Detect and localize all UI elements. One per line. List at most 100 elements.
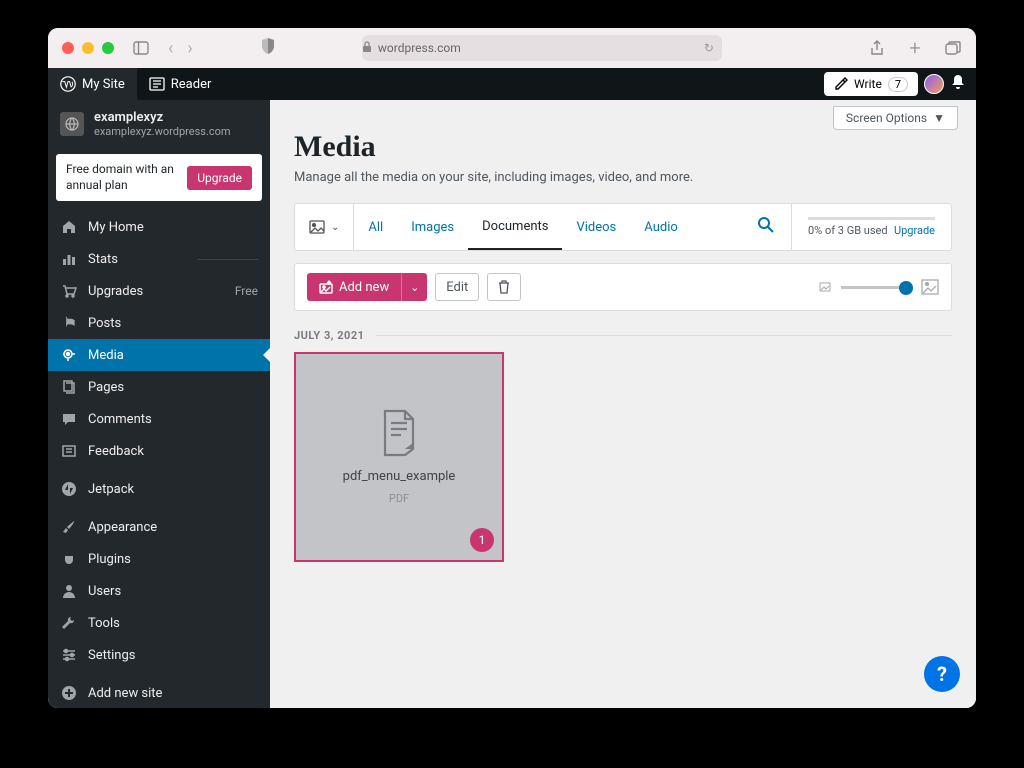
help-button[interactable]: ? — [924, 656, 960, 692]
wp-app: My Site Reader Write 7 — [48, 68, 976, 708]
storage-text: 0% of 3 GB used — [808, 224, 888, 237]
trash-icon — [498, 280, 510, 294]
admin-menu: My Home Stats UpgradesFree Posts Media P… — [48, 211, 270, 708]
storage-bar — [808, 217, 935, 220]
back-button[interactable]: ‹ — [168, 38, 173, 59]
site-url: examplexyz.wordpress.com — [94, 125, 231, 138]
site-name: examplexyz — [94, 110, 231, 125]
maximize-window-icon[interactable] — [102, 42, 114, 54]
minimize-window-icon[interactable] — [82, 42, 94, 54]
menu-feedback[interactable]: Feedback — [48, 435, 270, 467]
refresh-icon[interactable]: ↻ — [704, 41, 722, 55]
image-large-icon — [921, 279, 939, 295]
upload-icon — [319, 280, 333, 294]
delete-button[interactable] — [487, 273, 521, 301]
storage-meter: 0% of 3 GB used Upgrade — [791, 204, 951, 250]
help-icon: ? — [937, 662, 947, 686]
thumbnail-size-slider — [819, 279, 939, 295]
my-site-label: My Site — [82, 77, 125, 92]
document-icon — [379, 409, 419, 461]
search-button[interactable] — [741, 216, 791, 239]
media-icon — [60, 347, 78, 363]
add-new-button[interactable]: Add new — [307, 273, 401, 301]
brush-icon — [60, 519, 78, 535]
menu-jetpack[interactable]: Jetpack — [48, 473, 270, 505]
media-filetype: PDF — [389, 492, 409, 505]
media-filter-bar: ⌄ All Images Documents Videos Audio — [294, 203, 952, 251]
home-icon — [60, 219, 78, 235]
menu-appearance[interactable]: Appearance — [48, 511, 270, 543]
stats-icon — [60, 251, 78, 267]
storage-upgrade-link[interactable]: Upgrade — [894, 224, 935, 237]
menu-users[interactable]: Users — [48, 575, 270, 607]
wp-main: examplexyz examplexyz.wordpress.com Free… — [48, 100, 976, 708]
edit-button[interactable]: Edit — [435, 273, 479, 301]
feedback-icon — [60, 443, 78, 459]
menu-tools[interactable]: Tools — [48, 607, 270, 639]
promo-text: Free domain with an annual plan — [66, 162, 179, 193]
media-source-dropdown[interactable]: ⌄ — [295, 204, 354, 250]
privacy-shield-icon[interactable] — [261, 38, 275, 58]
filter-videos[interactable]: Videos — [562, 204, 630, 250]
menu-posts[interactable]: Posts — [48, 307, 270, 339]
content-area: Screen Options ▼ Media Manage all the me… — [270, 100, 976, 708]
add-new-dropdown[interactable]: ⌄ — [401, 273, 427, 301]
toolbar-right: + — [868, 39, 962, 57]
plus-circle-icon — [60, 685, 78, 701]
media-item[interactable]: pdf_menu_example PDF 1 — [294, 352, 504, 562]
notification-bell-icon[interactable] — [950, 74, 966, 94]
forward-button[interactable]: › — [187, 38, 192, 59]
image-small-icon — [819, 282, 831, 292]
filter-audio[interactable]: Audio — [630, 204, 691, 250]
upgrade-promo: Free domain with an annual plan Upgrade — [56, 154, 262, 201]
wrench-icon — [60, 615, 78, 631]
reader-label: Reader — [171, 77, 212, 92]
filter-images[interactable]: Images — [397, 204, 468, 250]
menu-add-site[interactable]: Add new site — [48, 677, 270, 708]
menu-upgrades[interactable]: UpgradesFree — [48, 275, 270, 307]
page-description: Manage all the media on your site, inclu… — [270, 170, 976, 203]
url-bar[interactable]: wordpress.com ↻ — [362, 35, 722, 61]
pages-icon — [60, 379, 78, 395]
site-icon — [60, 112, 84, 136]
filter-documents[interactable]: Documents — [468, 204, 562, 250]
screen-options-toggle[interactable]: Screen Options ▼ — [833, 106, 958, 130]
site-switcher[interactable]: examplexyz examplexyz.wordpress.com — [48, 100, 270, 148]
menu-comments[interactable]: Comments — [48, 403, 270, 435]
lock-icon — [362, 41, 372, 56]
cart-icon — [60, 283, 78, 299]
new-tab-icon[interactable]: + — [906, 39, 924, 57]
admin-sidebar: examplexyz examplexyz.wordpress.com Free… — [48, 100, 270, 708]
window-controls — [62, 42, 114, 54]
filter-all[interactable]: All — [354, 204, 397, 250]
avatar[interactable] — [924, 74, 944, 94]
menu-pages[interactable]: Pages — [48, 371, 270, 403]
tabs-overview-icon[interactable] — [944, 39, 962, 57]
reader-tab[interactable]: Reader — [137, 68, 224, 100]
slider-thumb[interactable] — [899, 281, 913, 295]
reader-icon — [149, 77, 165, 91]
close-window-icon[interactable] — [62, 42, 74, 54]
menu-my-home[interactable]: My Home — [48, 211, 270, 243]
write-count: 7 — [888, 77, 908, 92]
menu-settings[interactable]: Settings — [48, 639, 270, 671]
media-filename: pdf_menu_example — [343, 469, 456, 484]
sliders-icon — [60, 647, 78, 663]
promo-upgrade-button[interactable]: Upgrade — [187, 166, 252, 190]
share-icon[interactable] — [868, 39, 886, 57]
browser-toolbar: ‹ › wordpress.com ↻ + — [48, 28, 976, 68]
menu-media[interactable]: Media — [48, 339, 270, 371]
wordpress-logo-icon — [60, 76, 76, 92]
menu-plugins[interactable]: Plugins — [48, 543, 270, 575]
sidebar-toggle-icon[interactable] — [132, 39, 150, 57]
comment-icon — [60, 411, 78, 427]
chevron-down-icon: ⌄ — [331, 222, 339, 233]
write-button[interactable]: Write 7 — [824, 72, 918, 96]
url-host: wordpress.com — [378, 41, 461, 55]
slider-track[interactable] — [841, 286, 911, 289]
my-site-tab[interactable]: My Site — [48, 68, 137, 100]
plug-icon — [60, 551, 78, 567]
image-icon — [309, 220, 325, 234]
menu-stats[interactable]: Stats — [48, 243, 270, 275]
nav-arrows: ‹ › — [168, 38, 193, 59]
